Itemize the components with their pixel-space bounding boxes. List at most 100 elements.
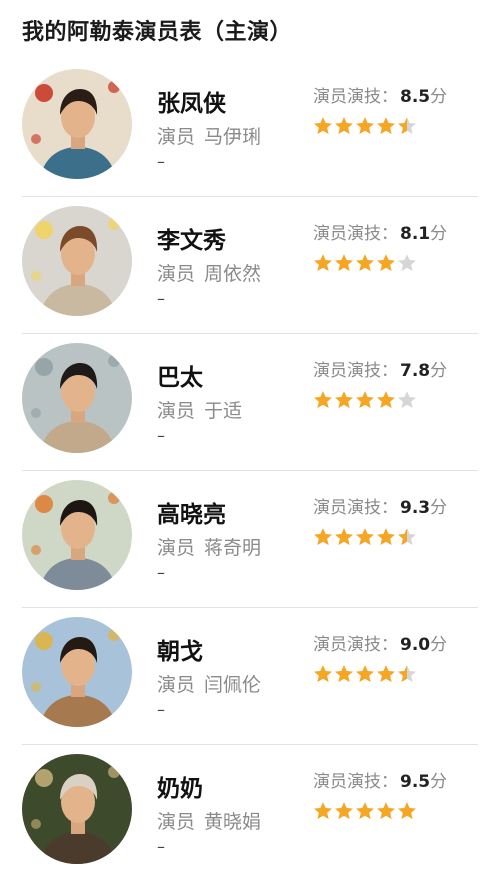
star-filled-icon: [334, 527, 354, 547]
rating-unit: 分: [430, 87, 448, 107]
star-rating: [313, 527, 417, 549]
actor-name[interactable]: 黄晓娟: [204, 811, 261, 833]
rating-score: 9.3: [400, 498, 431, 518]
acting-rating: 演员演技： 9.3分: [313, 493, 447, 518]
role-name: 张凤侠: [157, 91, 226, 117]
cast-list-item[interactable]: 巴太 演员 于适 – 演员演技： 7.8分: [0, 334, 500, 471]
actor-portrait: [22, 617, 132, 727]
star-filled-icon: [313, 527, 333, 547]
star-filled-icon: [334, 801, 354, 821]
rating-label: 演员演技：: [313, 498, 398, 518]
star-filled-icon: [376, 527, 396, 547]
rating-unit: 分: [430, 498, 448, 518]
actor-avatar[interactable]: [22, 617, 132, 727]
actor-line: 演员 闫佩伦: [157, 670, 261, 697]
actor-name[interactable]: 周依然: [204, 263, 261, 285]
rating-score: 7.8: [400, 361, 431, 381]
page-title: 我的阿勒泰演员表（主演）: [22, 20, 293, 45]
character-note: –: [157, 289, 165, 308]
star-filled-icon: [334, 390, 354, 410]
actor-avatar[interactable]: [22, 343, 132, 453]
star-filled-icon: [355, 253, 375, 273]
cast-list-item[interactable]: 朝戈 演员 闫佩伦 – 演员演技： 9.0分: [0, 608, 500, 745]
actor-avatar[interactable]: [22, 69, 132, 179]
star-half-icon: [397, 527, 417, 547]
star-rating: [313, 801, 417, 823]
character-note: –: [157, 563, 165, 582]
star-filled-icon: [376, 801, 396, 821]
actor-line: 演员 马伊琍: [157, 122, 261, 149]
acting-rating: 演员演技： 8.5分: [313, 82, 447, 107]
cast-list-item[interactable]: 李文秀 演员 周依然 – 演员演技： 8.1分: [0, 197, 500, 334]
star-filled-icon: [355, 527, 375, 547]
star-filled-icon: [376, 390, 396, 410]
rating-score: 8.5: [400, 87, 431, 107]
rating-score: 9.0: [400, 635, 431, 655]
star-empty-icon: [397, 390, 417, 410]
actor-label: 演员: [157, 674, 196, 696]
star-filled-icon: [334, 253, 354, 273]
star-filled-icon: [334, 116, 354, 136]
star-rating: [313, 664, 417, 686]
cast-list-item[interactable]: 张凤侠 演员 马伊琍 – 演员演技： 8.5分: [0, 60, 500, 197]
actor-avatar[interactable]: [22, 206, 132, 316]
actor-portrait: [22, 343, 132, 453]
actor-name[interactable]: 于适: [204, 400, 242, 422]
rating-label: 演员演技：: [313, 87, 398, 107]
star-half-icon: [397, 664, 417, 684]
character-note: –: [157, 152, 165, 171]
role-name: 朝戈: [157, 639, 203, 665]
actor-label: 演员: [157, 811, 196, 833]
role-name: 李文秀: [157, 228, 226, 254]
actor-portrait: [22, 754, 132, 864]
rating-score: 9.5: [400, 772, 431, 792]
role-name: 奶奶: [157, 776, 203, 802]
star-rating: [313, 253, 417, 275]
actor-portrait: [22, 480, 132, 590]
actor-label: 演员: [157, 400, 196, 422]
rating-score: 8.1: [400, 224, 431, 244]
star-filled-icon: [397, 801, 417, 821]
star-filled-icon: [376, 253, 396, 273]
star-filled-icon: [313, 116, 333, 136]
acting-rating: 演员演技： 8.1分: [313, 219, 447, 244]
rating-unit: 分: [430, 635, 448, 655]
rating-label: 演员演技：: [313, 361, 398, 381]
cast-list-item[interactable]: 奶奶 演员 黄晓娟 – 演员演技： 9.5分: [0, 745, 500, 882]
actor-label: 演员: [157, 263, 196, 285]
character-note: –: [157, 700, 165, 719]
star-filled-icon: [355, 390, 375, 410]
actor-name[interactable]: 闫佩伦: [204, 674, 261, 696]
character-note: –: [157, 837, 165, 856]
rating-unit: 分: [430, 361, 448, 381]
star-rating: [313, 390, 417, 412]
star-filled-icon: [313, 664, 333, 684]
star-empty-icon: [397, 253, 417, 273]
actor-line: 演员 黄晓娟: [157, 807, 261, 834]
star-half-icon: [397, 116, 417, 136]
actor-portrait: [22, 206, 132, 316]
acting-rating: 演员演技： 9.5分: [313, 767, 447, 792]
actor-name[interactable]: 马伊琍: [204, 126, 261, 148]
star-filled-icon: [355, 116, 375, 136]
actor-avatar[interactable]: [22, 480, 132, 590]
actor-avatar[interactable]: [22, 754, 132, 864]
actor-name[interactable]: 蒋奇明: [204, 537, 261, 559]
actor-line: 演员 于适: [157, 396, 242, 423]
rating-label: 演员演技：: [313, 635, 398, 655]
star-filled-icon: [355, 664, 375, 684]
star-filled-icon: [313, 253, 333, 273]
star-filled-icon: [376, 664, 396, 684]
actor-line: 演员 周依然: [157, 259, 261, 286]
rating-unit: 分: [430, 224, 448, 244]
actor-line: 演员 蒋奇明: [157, 533, 261, 560]
cast-list: 张凤侠 演员 马伊琍 – 演员演技： 8.5分 李文秀 演员 周依然 – 演员演技： 8…: [0, 60, 500, 882]
actor-label: 演员: [157, 537, 196, 559]
acting-rating: 演员演技： 7.8分: [313, 356, 447, 381]
rating-label: 演员演技：: [313, 224, 398, 244]
cast-list-item[interactable]: 高晓亮 演员 蒋奇明 – 演员演技： 9.3分: [0, 471, 500, 608]
star-filled-icon: [313, 390, 333, 410]
rating-unit: 分: [430, 772, 448, 792]
star-filled-icon: [334, 664, 354, 684]
star-rating: [313, 116, 417, 138]
